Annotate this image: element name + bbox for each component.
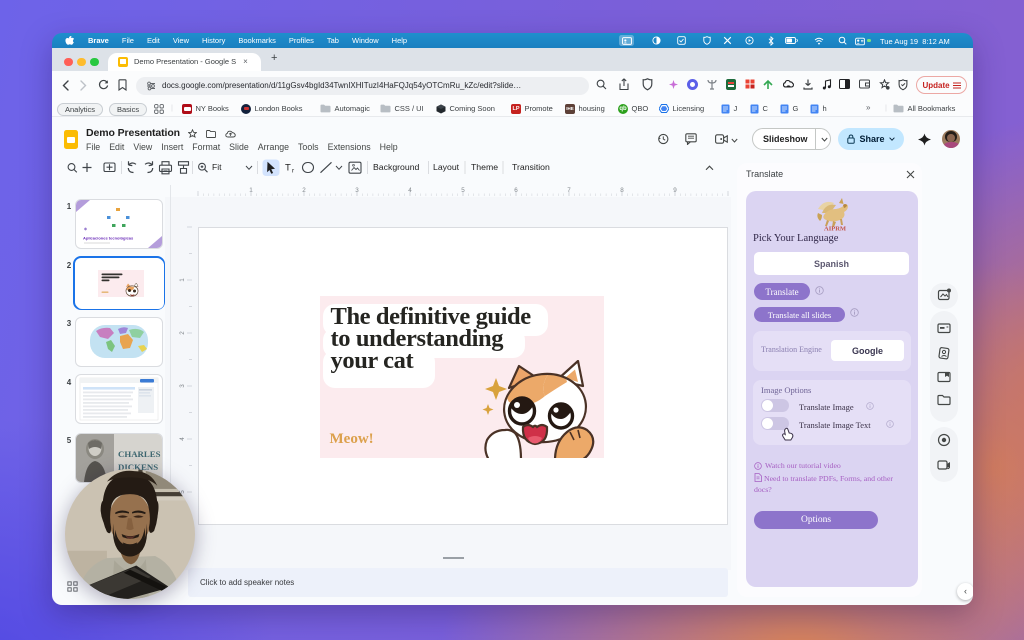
svg-text:AIPRM: AIPRM <box>824 226 846 232</box>
svg-text:Transition: Transition <box>512 162 550 172</box>
svg-text:r: r <box>292 168 295 175</box>
svg-text:2: 2 <box>179 331 186 335</box>
svg-text:3: 3 <box>179 384 186 388</box>
svg-text:T: T <box>285 163 291 174</box>
svg-text:1: 1 <box>179 278 186 282</box>
svg-text:Background: Background <box>373 162 420 172</box>
svg-text:4: 4 <box>179 437 186 441</box>
svg-text:Layout: Layout <box>433 162 460 172</box>
svg-text:Aplicaciones tecnológicas: Aplicaciones tecnológicas <box>83 236 134 241</box>
svg-text:Fit: Fit <box>212 162 222 172</box>
svg-text:CHARLES: CHARLES <box>118 449 161 459</box>
svg-text:Theme: Theme <box>471 162 498 172</box>
